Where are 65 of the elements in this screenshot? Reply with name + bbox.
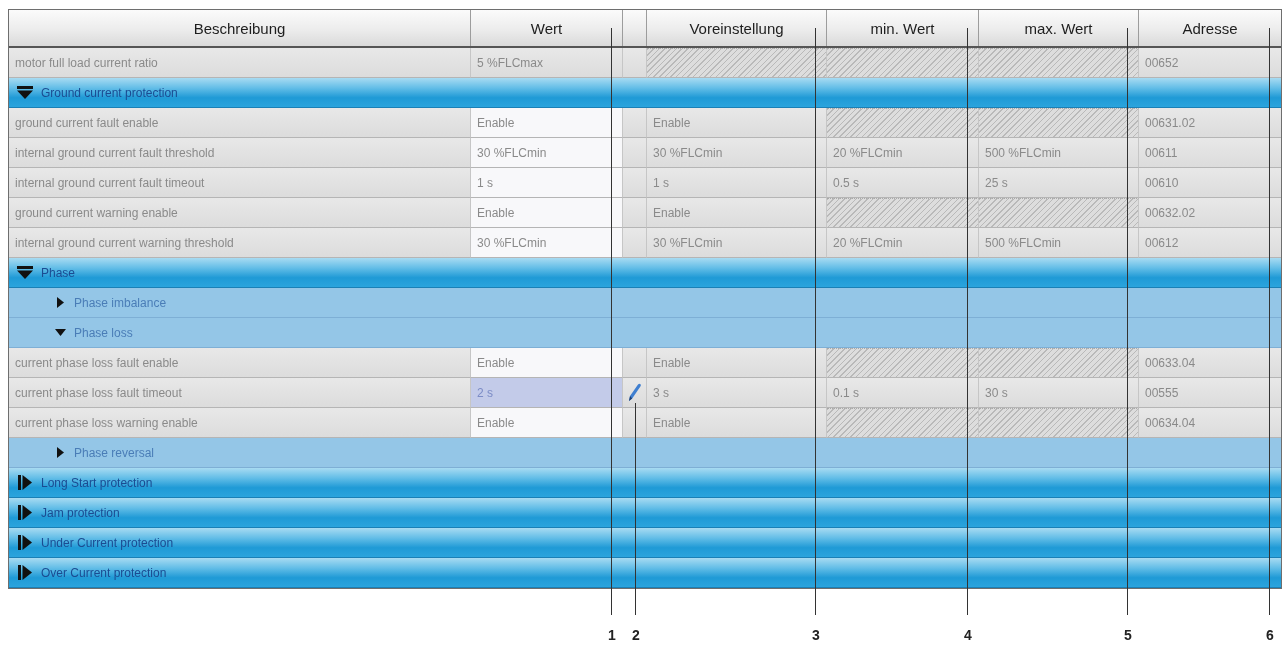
group-header[interactable]: Long Start protection: [9, 468, 1281, 498]
group-header[interactable]: Phase reversal: [9, 438, 1281, 468]
value-field[interactable]: 1 s: [471, 168, 623, 198]
description-cell: current phase loss fault enable: [9, 348, 471, 378]
min-value-cell: 20 %FLCmin: [827, 228, 979, 258]
group-header[interactable]: Phase imbalance: [9, 288, 1281, 318]
address-cell: 00610: [1139, 168, 1281, 198]
max-value-cell: 25 s: [979, 168, 1139, 198]
value-field[interactable]: Enable: [471, 198, 623, 228]
callout-number: 2: [632, 627, 640, 643]
description-cell: internal ground current fault threshold: [9, 138, 471, 168]
column-header[interactable]: Wert: [471, 10, 623, 46]
value-field[interactable]: Enable: [471, 108, 623, 138]
address-cell: 00634.04: [1139, 408, 1281, 438]
description-cell: internal ground current warning threshold: [9, 228, 471, 258]
default-cell: Enable: [647, 198, 827, 228]
callout-number: 5: [1124, 627, 1132, 643]
callout-number: 3: [812, 627, 820, 643]
address-cell: 00555: [1139, 378, 1281, 408]
callout-number: 1: [608, 627, 616, 643]
max-value-cell: 500 %FLCmin: [979, 228, 1139, 258]
default-cell: Enable: [647, 348, 827, 378]
column-header[interactable]: max. Wert: [979, 10, 1139, 46]
value-field[interactable]: 30 %FLCmin: [471, 228, 623, 258]
min-value-cell: 0.5 s: [827, 168, 979, 198]
group-header[interactable]: Phase loss: [9, 318, 1281, 348]
column-header[interactable]: Beschreibung: [9, 10, 471, 46]
address-cell: 00632.02: [1139, 198, 1281, 228]
callout-number: 6: [1266, 627, 1274, 643]
value-field[interactable]: Enable: [471, 348, 623, 378]
callout-number: 4: [964, 627, 972, 643]
value-field[interactable]: 2 s: [471, 378, 623, 408]
description-cell: internal ground current fault timeout: [9, 168, 471, 198]
value-field[interactable]: 30 %FLCmin: [471, 138, 623, 168]
column-header[interactable]: min. Wert: [827, 10, 979, 46]
value-cell: 5 %FLCmax: [471, 48, 623, 78]
address-cell: 00612: [1139, 228, 1281, 258]
address-cell: 00631.02: [1139, 108, 1281, 138]
default-cell: 30 %FLCmin: [647, 228, 827, 258]
description-cell: ground current fault enable: [9, 108, 471, 138]
group-header[interactable]: Jam protection: [9, 498, 1281, 528]
address-cell: 00633.04: [1139, 348, 1281, 378]
max-value-cell: 30 s: [979, 378, 1139, 408]
min-value-cell: 20 %FLCmin: [827, 138, 979, 168]
column-header[interactable]: Adresse: [1139, 10, 1281, 46]
group-header[interactable]: Over Current protection: [9, 558, 1281, 588]
default-cell: Enable: [647, 108, 827, 138]
min-value-cell: 0.1 s: [827, 378, 979, 408]
description-cell: motor full load current ratio: [9, 48, 471, 78]
description-cell: ground current warning enable: [9, 198, 471, 228]
default-cell: Enable: [647, 408, 827, 438]
max-value-cell: 500 %FLCmin: [979, 138, 1139, 168]
default-cell: 30 %FLCmin: [647, 138, 827, 168]
address-cell: 00611: [1139, 138, 1281, 168]
group-header[interactable]: Under Current protection: [9, 528, 1281, 558]
default-cell: 1 s: [647, 168, 827, 198]
column-header[interactable]: Voreinstellung: [647, 10, 827, 46]
value-field[interactable]: Enable: [471, 408, 623, 438]
description-cell: current phase loss fault timeout: [9, 378, 471, 408]
address-cell: 00652: [1139, 48, 1281, 78]
default-cell: 3 s: [647, 378, 827, 408]
group-header[interactable]: Phase: [9, 258, 1281, 288]
group-header[interactable]: Ground current protection: [9, 78, 1281, 108]
column-header: [623, 10, 647, 46]
description-cell: current phase loss warning enable: [9, 408, 471, 438]
